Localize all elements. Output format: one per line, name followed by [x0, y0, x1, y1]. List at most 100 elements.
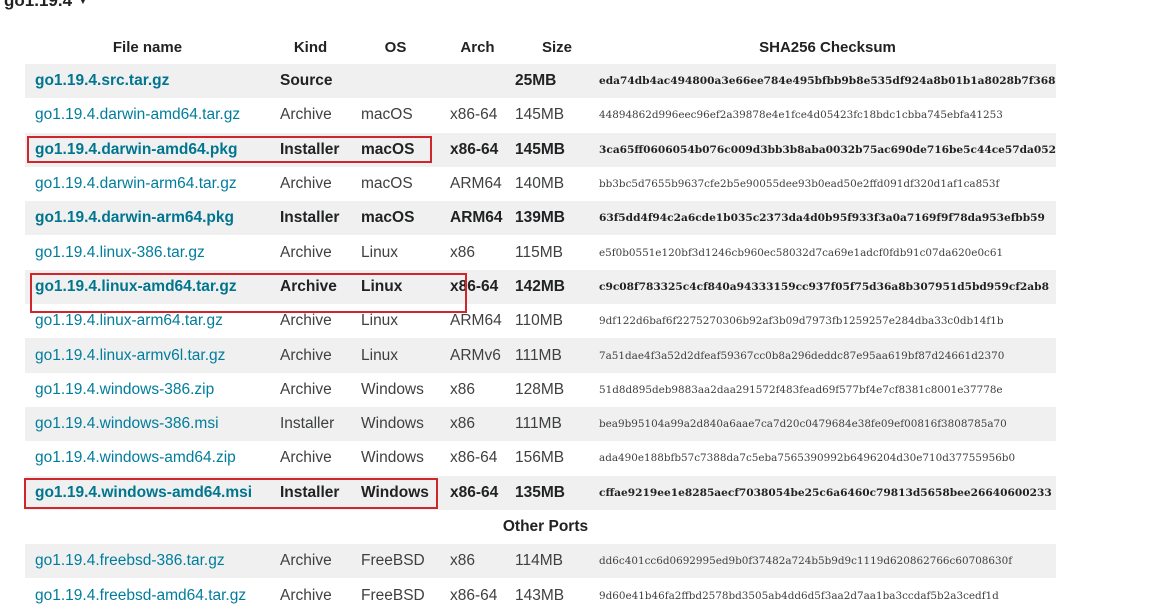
checksum-cell: cffae9219ee1e8285aecf7038054be25c6a6460c…	[599, 475, 1056, 510]
kind-cell: Archive	[270, 269, 351, 305]
caret-down-icon: ▼	[78, 0, 88, 7]
os-cell: macOS	[351, 132, 440, 167]
table-row: go1.19.4.linux-386.tar.gz Archive Linux x86…	[25, 235, 1056, 269]
table-row: go1.19.4.darwin-arm64.tar.gz Archive macOS…	[25, 167, 1056, 201]
size-cell: 140MB	[515, 175, 565, 193]
table-row: go1.19.4.windows-amd64.msi Installer Windo…	[25, 475, 1056, 510]
os-cell: Linux	[361, 312, 399, 330]
file-link[interactable]: go1.19.4.linux-armv6l.tar.gz	[25, 338, 270, 373]
checksum-cell: ada490e188bfb57c7388da7c5eba7565390992b6…	[599, 452, 1016, 465]
size-cell: 142MB	[515, 269, 599, 305]
checksum-cell: eda74db4ac494800a3e66ee784e495bfbb9b8e53…	[599, 64, 1056, 99]
os-cell: Linux	[351, 338, 440, 373]
file-link[interactable]: go1.19.4.linux-amd64.tar.gz	[25, 269, 270, 305]
kind-cell: Archive	[270, 544, 351, 579]
kind-cell: Installer	[270, 406, 351, 442]
checksum-cell: 63f5dd4f94c2a6cde1b035c2373da4d0b95f933f…	[599, 201, 1056, 236]
arch-cell: x86-64	[450, 449, 498, 467]
kind-cell: Archive	[280, 243, 332, 261]
kind-cell: Installer	[270, 132, 351, 167]
file-link[interactable]: go1.19.4.windows-386.zip	[25, 373, 270, 407]
file-link[interactable]: go1.19.4.darwin-arm64.pkg	[25, 201, 270, 236]
size-cell: 110MB	[515, 312, 563, 330]
checksum-cell: 9df122d6baf6f2275270306b92af3b09d7973fb1…	[599, 315, 1004, 328]
checksum-cell: e5f0b0551e120bf3d1246cb960ec58032d7ca69e…	[599, 246, 1004, 259]
file-link[interactable]: go1.19.4.linux-arm64.tar.gz	[25, 304, 270, 338]
os-cell	[351, 64, 440, 99]
file-link[interactable]: go1.19.4.darwin-amd64.pkg	[25, 132, 270, 167]
checksum-cell: dd6c401cc6d0692995ed9b0f37482a724b5b9d9c…	[599, 544, 1056, 579]
table-row: go1.19.4.darwin-amd64.pkg Installer macOS x…	[25, 132, 1056, 167]
table-row: go1.19.4.linux-armv6l.tar.gz Archive Linux…	[25, 338, 1056, 373]
checksum-cell: bea9b95104a99a2d840a6aae7ca7d20c0479684e…	[599, 406, 1056, 442]
arch-cell: x86-64	[440, 475, 515, 510]
table-row: go1.19.4.windows-amd64.zip Archive Windows…	[25, 441, 1056, 475]
file-link[interactable]: go1.19.4.windows-amd64.msi	[25, 475, 270, 510]
kind-cell: Archive	[270, 338, 351, 373]
table-row: go1.19.4.windows-386.zip Archive Windows x8…	[25, 373, 1056, 407]
os-cell: Windows	[351, 475, 440, 510]
size-cell: 156MB	[515, 449, 565, 467]
table-row: go1.19.4.freebsd-386.tar.gz Archive FreeBS…	[25, 544, 1056, 579]
arch-cell: x86	[450, 243, 475, 261]
kind-cell: Installer	[270, 201, 351, 236]
os-cell: Windows	[361, 380, 424, 398]
file-link[interactable]: go1.19.4.linux-386.tar.gz	[25, 235, 270, 269]
header-checksum: SHA256 Checksum	[759, 38, 896, 56]
file-link[interactable]: go1.19.4.windows-386.msi	[25, 406, 270, 442]
arch-cell: x86	[450, 380, 475, 398]
checksum-cell: 44894862d996eec96ef2a39878e4e1fce4d05423…	[599, 109, 1003, 122]
version-label: go1.19.4	[4, 0, 73, 10]
kind-cell: Archive	[280, 312, 332, 330]
header-arch: Arch	[460, 38, 495, 56]
os-cell: macOS	[351, 201, 440, 236]
table-row: go1.19.4.windows-386.msi Installer Windows…	[25, 406, 1056, 442]
file-link[interactable]: go1.19.4.darwin-arm64.tar.gz	[25, 167, 270, 201]
downloads-table: File name Kind OS Arch Size SHA256 Check…	[25, 30, 1056, 613]
os-cell: Windows	[361, 449, 424, 467]
table-row: go1.19.4.linux-amd64.tar.gz Archive Linux x…	[25, 269, 1056, 305]
os-cell: Windows	[351, 406, 440, 442]
arch-cell: x86	[440, 544, 515, 579]
os-cell: macOS	[361, 106, 413, 124]
file-link[interactable]: go1.19.4.freebsd-386.tar.gz	[25, 544, 270, 579]
size-cell: 25MB	[515, 64, 599, 99]
table-header: File name Kind OS Arch Size SHA256 Check…	[25, 30, 1056, 64]
arch-cell: x86	[440, 406, 515, 442]
section-title: Other Ports	[25, 509, 1056, 545]
kind-cell: Installer	[270, 475, 351, 510]
arch-cell: ARM64	[450, 175, 502, 193]
kind-cell: Source	[270, 64, 351, 99]
size-cell: 111MB	[515, 406, 599, 442]
header-size: Size	[541, 38, 572, 56]
os-cell: macOS	[361, 175, 413, 193]
os-cell: FreeBSD	[351, 544, 440, 579]
size-cell: 114MB	[515, 544, 599, 579]
section-other-ports: Other Ports	[25, 509, 1056, 545]
table-row: go1.19.4.linux-arm64.tar.gz Archive Linux A…	[25, 304, 1056, 338]
arch-cell: x86-64	[440, 132, 515, 167]
checksum-cell: 7a51dae4f3a52d2dfeaf59367cc0b8a296deddc8…	[599, 338, 1056, 373]
file-link[interactable]: go1.19.4.windows-amd64.zip	[25, 441, 270, 475]
header-file-name: File name	[112, 38, 183, 56]
size-cell: 145MB	[515, 132, 599, 167]
arch-cell: ARMv6	[440, 338, 515, 373]
file-link[interactable]: go1.19.4.darwin-amd64.tar.gz	[25, 98, 270, 132]
size-cell: 135MB	[515, 475, 599, 510]
table-row: go1.19.4.darwin-arm64.pkg Installer macOS A…	[25, 201, 1056, 236]
arch-cell: x86-64	[450, 106, 498, 124]
kind-cell: Archive	[280, 449, 332, 467]
size-cell: 115MB	[515, 243, 563, 261]
os-cell: Linux	[351, 269, 440, 305]
checksum-cell: bb3bc5d7655b9637cfe2b5e90055dee93b0ead50…	[599, 178, 1000, 191]
os-cell: Linux	[361, 243, 399, 261]
size-cell: 111MB	[515, 338, 599, 373]
arch-cell: ARM64	[440, 201, 515, 236]
file-link[interactable]: go1.19.4.src.tar.gz	[25, 64, 270, 99]
arch-cell: x86-64	[440, 269, 515, 305]
table-row: go1.19.4.darwin-amd64.tar.gz Archive macOS…	[25, 98, 1056, 132]
checksum-cell: 51d8d895deb9883aa2daa291572f483fead69f57…	[599, 383, 1003, 396]
size-cell: 139MB	[515, 201, 599, 236]
version-toggle[interactable]: go1.19.4 ▼	[4, 0, 88, 11]
checksum-cell: 3ca65ff0606054b076c009d3bb3b8aba0032b75a…	[599, 132, 1056, 167]
